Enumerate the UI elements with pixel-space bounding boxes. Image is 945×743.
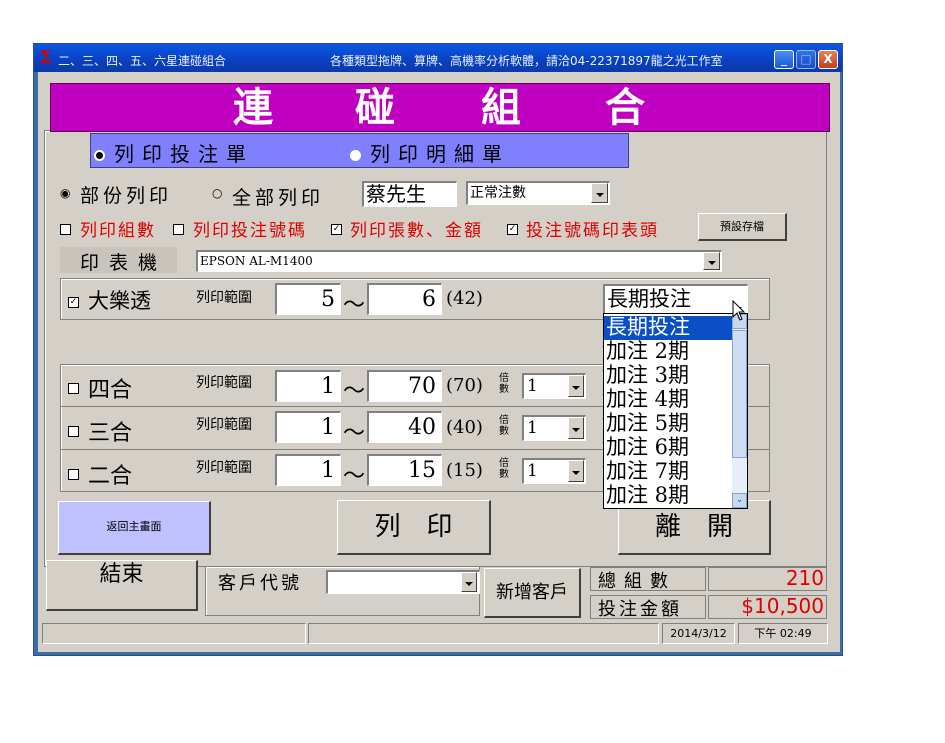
printer-select[interactable]: EPSON AL-M1400 — [196, 250, 722, 272]
status-cell-1 — [42, 623, 306, 644]
checkbox-sheets-icon[interactable]: ✓ — [331, 219, 342, 238]
total-groups-label: 總組數 — [598, 571, 676, 592]
combo-name: 二合 — [88, 464, 133, 489]
radio-dot-selected-icon[interactable] — [94, 145, 105, 164]
range-label: 列印範圍 — [196, 375, 252, 391]
banner-char-2: 碰 — [355, 84, 395, 131]
multiplier-label: 倍數 — [499, 458, 509, 480]
multiplier-chevron-down-icon[interactable] — [568, 460, 584, 482]
checkbox-groups-icon[interactable] — [60, 219, 71, 238]
bet-amount-label: 投注金額 — [598, 599, 682, 620]
dropdown-item[interactable]: 加注 2期 — [604, 340, 732, 364]
print-bet-slip-option[interactable]: 列印投注單 — [114, 138, 254, 167]
bet-type-select[interactable]: 正常注數 — [466, 181, 610, 205]
dropdown-item[interactable]: 加注 8期 — [604, 484, 732, 508]
printer-value: EPSON AL-M1400 — [200, 254, 313, 268]
checkbox-header-icon[interactable]: ✓ — [507, 219, 518, 238]
dropdown-item[interactable]: 長期投注 — [604, 316, 732, 340]
checkbox-numbers-icon[interactable] — [173, 219, 184, 238]
close-button[interactable]: X — [818, 50, 838, 69]
multiplier-chevron-down-icon[interactable] — [568, 375, 584, 397]
print-detail-option[interactable]: 列印明細單 — [370, 138, 510, 167]
combo-name: 三合 — [88, 421, 133, 446]
sigma-icon: Σ — [39, 47, 52, 68]
print-header-label[interactable]: 投注號碼印表頭 — [526, 216, 659, 241]
dropdown-item[interactable]: 加注 6期 — [604, 436, 732, 460]
combo-total: (15) — [446, 460, 483, 481]
scroll-thumb[interactable] — [732, 330, 747, 458]
checkbox-three-icon[interactable] — [68, 421, 79, 440]
status-time: 下午 02:49 — [738, 623, 828, 644]
dropdown-item[interactable]: 加注 3期 — [604, 364, 732, 388]
tilde-label: ～ — [343, 421, 366, 446]
checkbox-four-icon[interactable] — [68, 378, 79, 397]
range-label: 列印範圍 — [196, 290, 252, 306]
checkbox-lottery-icon[interactable]: ✓ — [68, 292, 79, 311]
maximize-button[interactable]: □ — [796, 50, 816, 69]
radio-all-icon[interactable]: ○ — [212, 186, 222, 200]
customer-name-field[interactable]: 蔡先生 — [362, 181, 457, 207]
title-banner — [50, 83, 830, 132]
window-title: 二、三、四、五、六星連碰組合 — [58, 54, 227, 68]
banner-char-1: 連 — [233, 84, 273, 131]
dropdown-item[interactable]: 加注 4期 — [604, 388, 732, 412]
print-groups-label[interactable]: 列印組數 — [80, 216, 156, 241]
tilde-label: ～ — [343, 464, 366, 489]
banner-char-3: 組 — [481, 84, 521, 131]
combo-from-field[interactable]: 1 — [275, 411, 341, 443]
combo-from-field[interactable]: 1 — [275, 370, 341, 402]
partial-print-label[interactable]: 部份列印 — [80, 181, 172, 208]
combo-name: 四合 — [88, 378, 133, 403]
save-default-button[interactable]: 預設存檔 — [698, 213, 787, 241]
finish-label: 結束 — [99, 562, 144, 587]
add-customer-button[interactable]: 新增客戶 — [484, 568, 581, 618]
print-button[interactable]: 列 印 — [337, 500, 491, 555]
dropdown-item[interactable]: 加注 5期 — [604, 412, 732, 436]
customer-code-label: 客戶代號 — [218, 573, 302, 594]
bet-type-value: 正常注數 — [470, 185, 526, 201]
lottery-from-field[interactable]: 5 — [275, 283, 341, 315]
term-select[interactable]: 長期投注 — [603, 284, 748, 314]
printer-label: 印表機 — [80, 252, 168, 274]
status-cell-2 — [308, 623, 659, 644]
multiplier-label: 倍數 — [499, 415, 509, 437]
lottery-name: 大樂透 — [88, 289, 151, 313]
tilde-label: ～ — [343, 293, 366, 318]
term-value: 長期投注 — [607, 287, 691, 311]
print-sheets-amount-label[interactable]: 列印張數、金額 — [350, 216, 483, 241]
banner-char-4: 合 — [605, 84, 645, 131]
scroll-down-icon[interactable]: ⌄ — [732, 493, 747, 508]
status-date: 2014/3/12 — [662, 623, 735, 644]
radio-partial-icon[interactable]: ◉ — [60, 186, 70, 200]
lottery-to-field[interactable]: 6 — [367, 283, 442, 315]
finish-button[interactable]: 結束 — [46, 560, 198, 611]
lottery-total: (42) — [446, 288, 483, 309]
print-numbers-label[interactable]: 列印投注號碼 — [193, 216, 307, 241]
radio-dot-icon[interactable] — [350, 145, 361, 164]
multiplier-chevron-down-icon[interactable] — [568, 417, 584, 439]
tilde-label: ～ — [343, 379, 366, 404]
combo-to-field[interactable]: 70 — [367, 370, 442, 402]
window-subtitle: 各種類型拖牌、算牌、高機率分析軟體，請洽04-22371897龍之光工作室 — [330, 54, 723, 68]
multiplier-label: 倍數 — [499, 373, 509, 395]
chevron-down-icon[interactable] — [591, 183, 608, 203]
customer-chevron-down-icon[interactable] — [461, 572, 477, 592]
mouse-cursor-icon — [732, 300, 746, 321]
dropdown-item[interactable]: 加注 7期 — [604, 460, 732, 484]
combo-to-field[interactable]: 40 — [367, 411, 442, 443]
range-label: 列印範圍 — [196, 460, 252, 476]
combo-to-field[interactable]: 15 — [367, 454, 442, 486]
customer-code-select[interactable] — [326, 570, 480, 594]
printer-chevron-down-icon[interactable] — [703, 252, 720, 270]
checkbox-two-icon[interactable] — [68, 464, 79, 483]
minimize-button[interactable]: _ — [774, 50, 794, 69]
combo-total: (70) — [446, 375, 483, 396]
total-groups-value: 210 — [785, 566, 824, 590]
all-print-label[interactable]: 全部列印 — [232, 183, 324, 210]
combo-total: (40) — [446, 417, 483, 438]
range-label: 列印範圍 — [196, 417, 252, 433]
back-main-button[interactable]: 返回主畫面 — [58, 501, 211, 555]
combo-from-field[interactable]: 1 — [275, 454, 341, 486]
bet-amount-value: $10,500 — [741, 594, 824, 618]
